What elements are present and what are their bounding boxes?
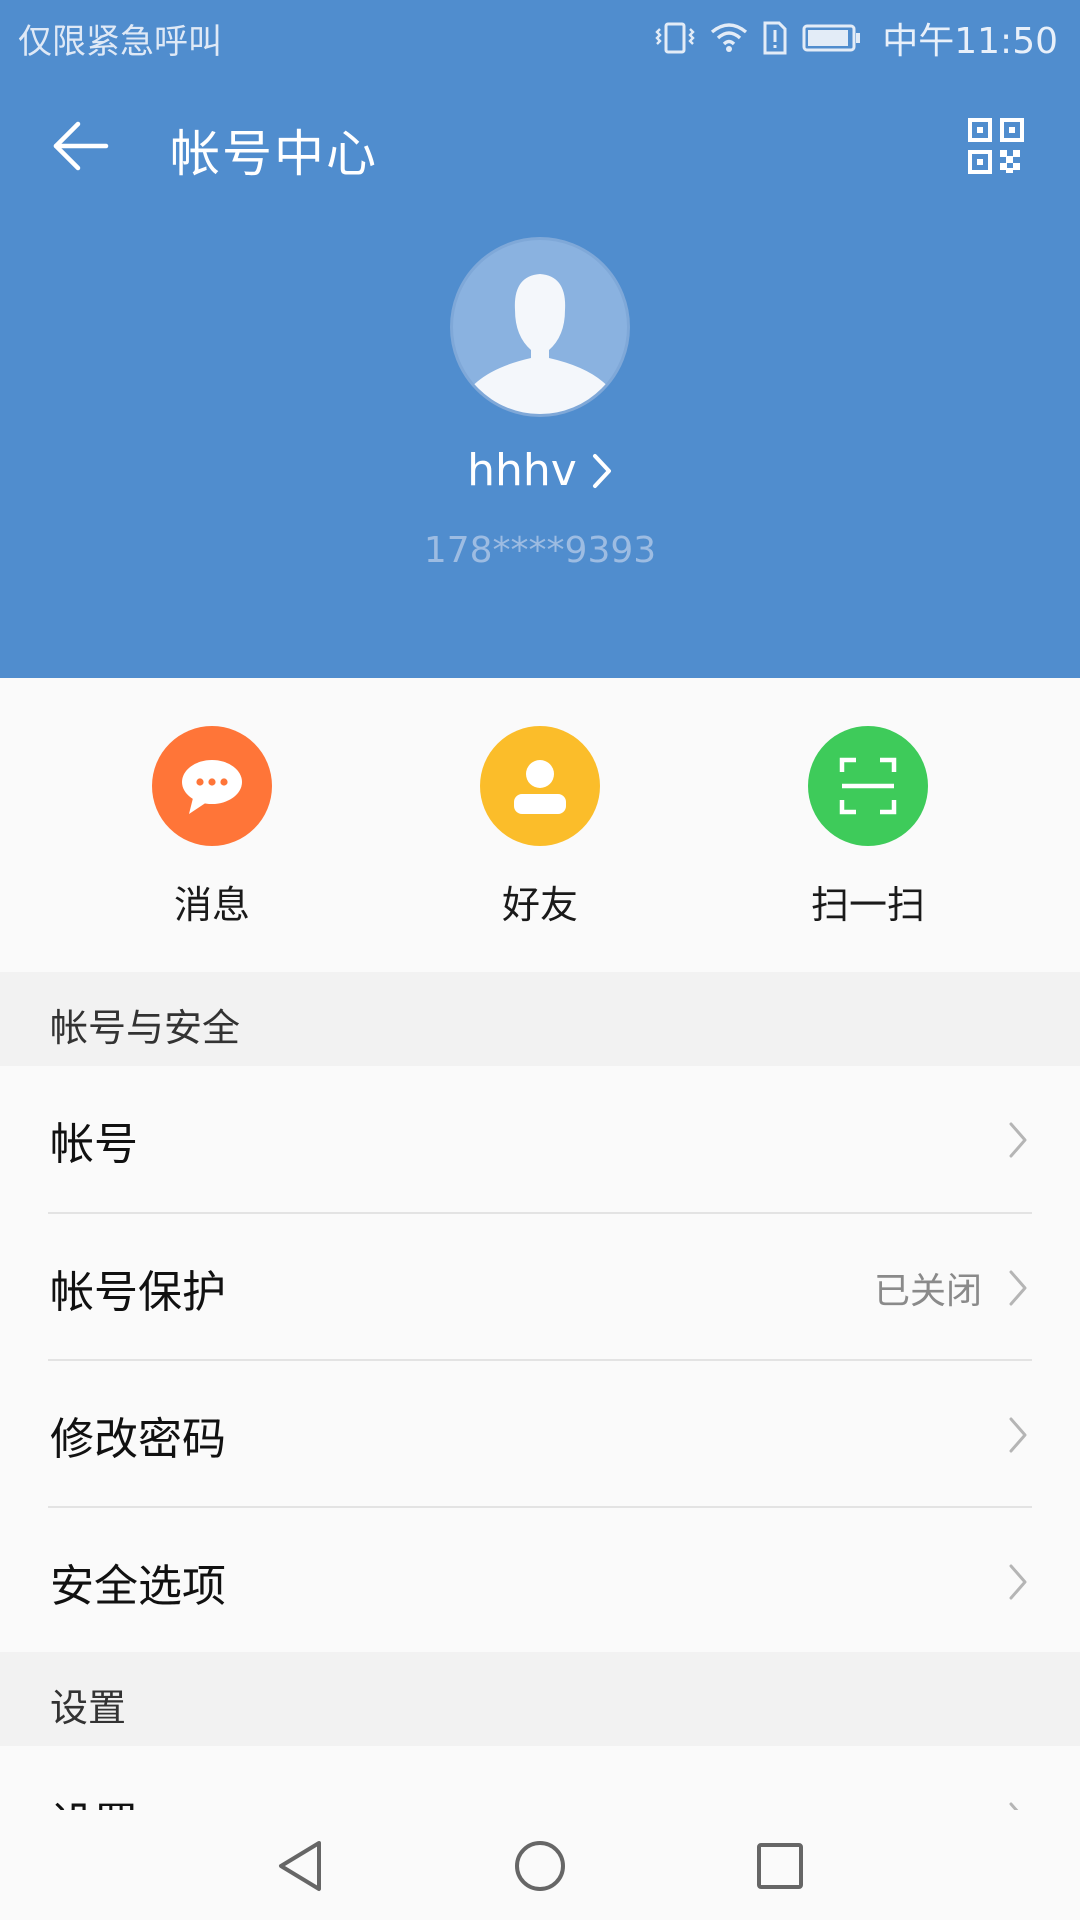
page-title: 帐号中心 <box>170 125 378 183</box>
list-item-account-protection[interactable]: 帐号保护 已关闭 <box>0 1214 1080 1361</box>
chevron-right-icon <box>1008 1416 1028 1454</box>
qr-code-button[interactable] <box>962 112 1030 180</box>
battery-icon <box>802 23 862 53</box>
username: hhhv <box>467 445 577 496</box>
phone-number: 178****9393 <box>423 530 657 571</box>
avatar[interactable] <box>450 237 630 417</box>
nav-home-button[interactable] <box>504 1830 576 1902</box>
chat-bubble-icon <box>182 760 242 814</box>
sim-alert-icon <box>762 21 788 55</box>
quick-actions: 消息 好友 扫一扫 <box>0 678 1080 972</box>
chevron-right-icon <box>1008 1269 1028 1307</box>
chevron-right-icon <box>1008 1121 1028 1159</box>
nav-back-button[interactable] <box>264 1830 336 1902</box>
section-header-settings: 设置 <box>0 1652 1080 1746</box>
nav-recents-button[interactable] <box>744 1830 816 1902</box>
list-item-label: 修改密码 <box>50 1413 226 1465</box>
messages-label: 消息 <box>173 883 250 927</box>
section-title: 设置 <box>50 1686 127 1730</box>
vibrate-icon <box>654 21 696 55</box>
scan-icon <box>839 757 897 815</box>
list-item-label: 帐号保护 <box>50 1266 226 1318</box>
scan-action[interactable]: 扫一扫 <box>768 726 968 929</box>
list-item-label: 帐号 <box>50 1118 138 1170</box>
arrow-left-icon <box>53 121 109 171</box>
scan-label: 扫一扫 <box>810 883 925 927</box>
chevron-right-icon <box>591 452 613 490</box>
person-icon <box>514 760 566 814</box>
friends-action[interactable]: 好友 <box>440 726 640 929</box>
wifi-icon <box>710 22 748 54</box>
status-icons: 中午11:50 <box>654 12 1058 64</box>
list-item-change-password[interactable]: 修改密码 <box>0 1361 1080 1508</box>
section-header-account-security: 帐号与安全 <box>0 972 1080 1066</box>
username-row[interactable]: hhhv <box>0 445 1080 496</box>
home-circle-icon <box>515 1841 565 1891</box>
scan-icon-circle <box>808 726 928 846</box>
list-item-account[interactable]: 帐号 <box>0 1066 1080 1213</box>
qr-code-icon <box>968 118 1024 174</box>
chevron-right-icon <box>1008 1563 1028 1601</box>
recents-square-icon <box>757 1843 803 1889</box>
app-bar: 帐号中心 <box>0 96 1080 196</box>
list-item-security-options[interactable]: 安全选项 <box>0 1508 1080 1655</box>
friends-label: 好友 <box>501 883 578 927</box>
list-item-label: 安全选项 <box>50 1560 226 1612</box>
back-triangle-icon <box>279 1841 321 1891</box>
carrier-text: 仅限紧急呼叫 <box>18 21 222 62</box>
messages-icon-circle <box>152 726 272 846</box>
protection-status: 已关闭 <box>873 1270 982 1312</box>
messages-action[interactable]: 消息 <box>112 726 312 929</box>
friends-icon-circle <box>480 726 600 846</box>
status-bar: 仅限紧急呼叫 中午11:50 <box>0 0 1080 76</box>
back-button[interactable] <box>44 110 116 182</box>
navigation-bar <box>0 1810 1080 1920</box>
clock: 中午11:50 <box>882 21 1058 62</box>
section-title: 帐号与安全 <box>50 1006 241 1050</box>
default-user-icon <box>469 274 611 414</box>
